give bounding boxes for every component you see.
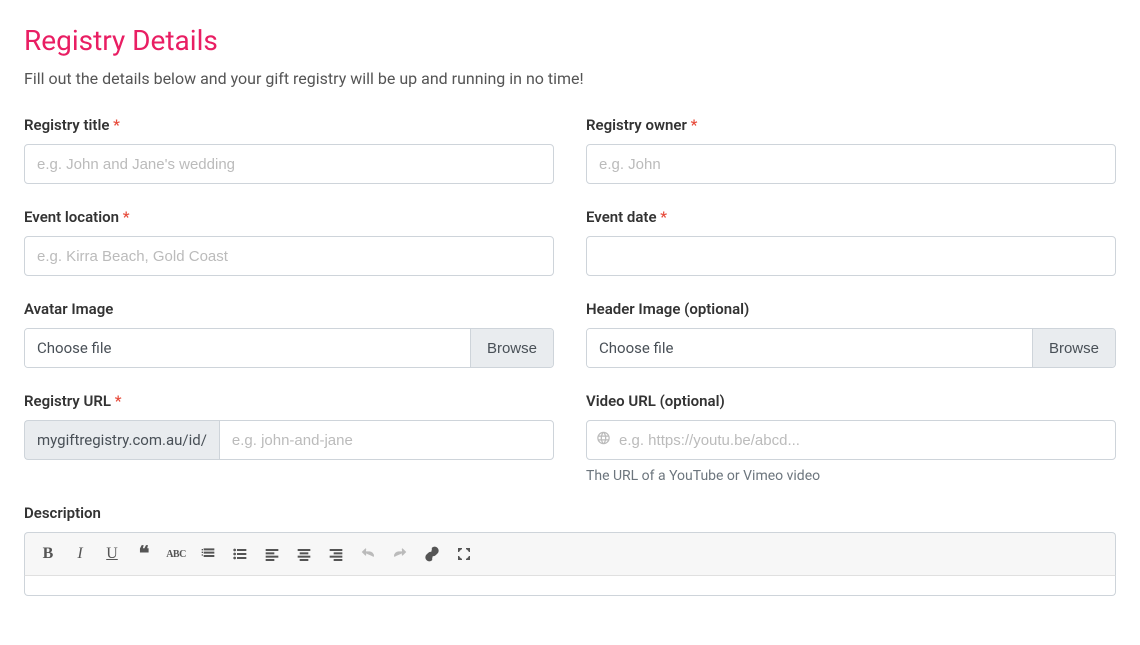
event-location-group: Event location *	[24, 208, 554, 276]
required-marker: *	[113, 116, 120, 134]
redo-icon[interactable]	[385, 539, 415, 569]
underline-icon[interactable]: U	[97, 539, 127, 569]
registry-title-label: Registry title *	[24, 116, 554, 134]
registry-owner-group: Registry owner *	[586, 116, 1116, 184]
header-file-control[interactable]: Choose file Browse	[586, 328, 1116, 368]
undo-icon[interactable]	[353, 539, 383, 569]
italic-icon[interactable]: I	[65, 539, 95, 569]
registry-title-group: Registry title *	[24, 116, 554, 184]
event-date-label: Event date *	[586, 208, 1116, 226]
align-right-icon[interactable]	[321, 539, 351, 569]
strikethrough-icon[interactable]: ABC	[161, 539, 191, 569]
event-location-input[interactable]	[24, 236, 554, 276]
unordered-list-icon[interactable]	[225, 539, 255, 569]
align-left-icon[interactable]	[257, 539, 287, 569]
ordered-list-icon[interactable]	[193, 539, 223, 569]
align-center-icon[interactable]	[289, 539, 319, 569]
event-location-label: Event location *	[24, 208, 554, 226]
video-url-input[interactable]	[586, 420, 1116, 460]
event-date-input[interactable]	[586, 236, 1116, 276]
header-image-label: Header Image (optional)	[586, 300, 1116, 318]
registry-owner-label: Registry owner *	[586, 116, 1116, 134]
avatar-image-group: Avatar Image Choose file Browse	[24, 300, 554, 368]
registry-url-input[interactable]	[219, 420, 554, 460]
event-date-group: Event date *	[586, 208, 1116, 276]
video-url-group: Video URL (optional) The URL of a YouTub…	[586, 392, 1116, 484]
registry-url-prefix: mygiftregistry.com.au/id/	[24, 420, 219, 460]
required-marker: *	[115, 392, 122, 410]
registry-url-group: Registry URL * mygiftregistry.com.au/id/	[24, 392, 554, 484]
avatar-browse-button[interactable]: Browse	[470, 329, 553, 367]
header-browse-button[interactable]: Browse	[1032, 329, 1115, 367]
link-icon[interactable]	[417, 539, 447, 569]
video-url-label: Video URL (optional)	[586, 392, 1116, 410]
required-marker: *	[691, 116, 698, 134]
header-image-group: Header Image (optional) Choose file Brow…	[586, 300, 1116, 368]
quote-icon[interactable]: ❝	[129, 539, 159, 569]
avatar-file-placeholder: Choose file	[25, 329, 470, 367]
avatar-file-control[interactable]: Choose file Browse	[24, 328, 554, 368]
fullscreen-icon[interactable]	[449, 539, 479, 569]
registry-owner-input[interactable]	[586, 144, 1116, 184]
description-label: Description	[24, 504, 1116, 522]
avatar-image-label: Avatar Image	[24, 300, 554, 318]
editor-toolbar: B I U ❝ ABC	[24, 532, 1116, 576]
bold-icon[interactable]: B	[33, 539, 63, 569]
page-title: Registry Details	[24, 24, 1116, 57]
header-file-placeholder: Choose file	[587, 329, 1032, 367]
registry-title-input[interactable]	[24, 144, 554, 184]
description-editor[interactable]	[24, 576, 1116, 596]
required-marker: *	[123, 208, 130, 226]
registry-url-label: Registry URL *	[24, 392, 554, 410]
page-subtitle: Fill out the details below and your gift…	[24, 69, 1116, 88]
required-marker: *	[660, 208, 667, 226]
video-url-help: The URL of a YouTube or Vimeo video	[586, 468, 1116, 484]
